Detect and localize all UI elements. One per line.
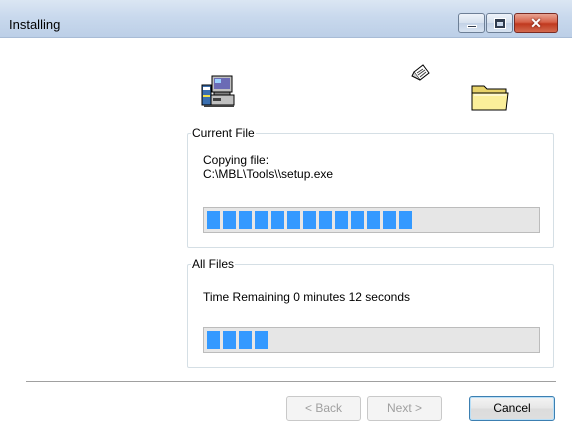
folder-icon — [471, 85, 509, 111]
cancel-button[interactable]: Cancel — [469, 396, 555, 421]
computer-setup-icon — [201, 75, 235, 107]
current-file-group: Current File Copying file: C:\MBL\Tools\… — [187, 126, 554, 248]
window-title: Installing — [9, 17, 61, 32]
maximize-button[interactable] — [486, 13, 513, 33]
button-separator — [26, 381, 556, 383]
next-button[interactable]: Next > — [367, 396, 442, 421]
time-remaining-text: Time Remaining 0 minutes 12 seconds — [203, 290, 410, 304]
close-icon: ✕ — [530, 15, 542, 31]
minimize-button[interactable] — [458, 13, 485, 33]
title-bar[interactable]: Installing ✕ — [0, 0, 572, 38]
minimize-icon — [467, 25, 477, 28]
back-button[interactable]: < Back — [286, 396, 361, 421]
current-file-progress-fill — [207, 211, 412, 229]
all-files-progress-bar — [203, 327, 540, 353]
close-button[interactable]: ✕ — [514, 13, 558, 33]
current-file-progress-bar — [203, 207, 540, 233]
all-files-group: All Files Time Remaining 0 minutes 12 se… — [187, 257, 554, 368]
current-file-legend: Current File — [191, 126, 256, 140]
all-files-legend: All Files — [191, 257, 236, 271]
all-files-progress-fill — [207, 331, 268, 349]
current-file-path: C:\MBL\Tools\\setup.exe — [203, 167, 334, 181]
copying-file-label: Copying file: — [203, 153, 270, 167]
flying-paper-icon — [411, 64, 430, 81]
maximize-icon — [494, 18, 506, 29]
